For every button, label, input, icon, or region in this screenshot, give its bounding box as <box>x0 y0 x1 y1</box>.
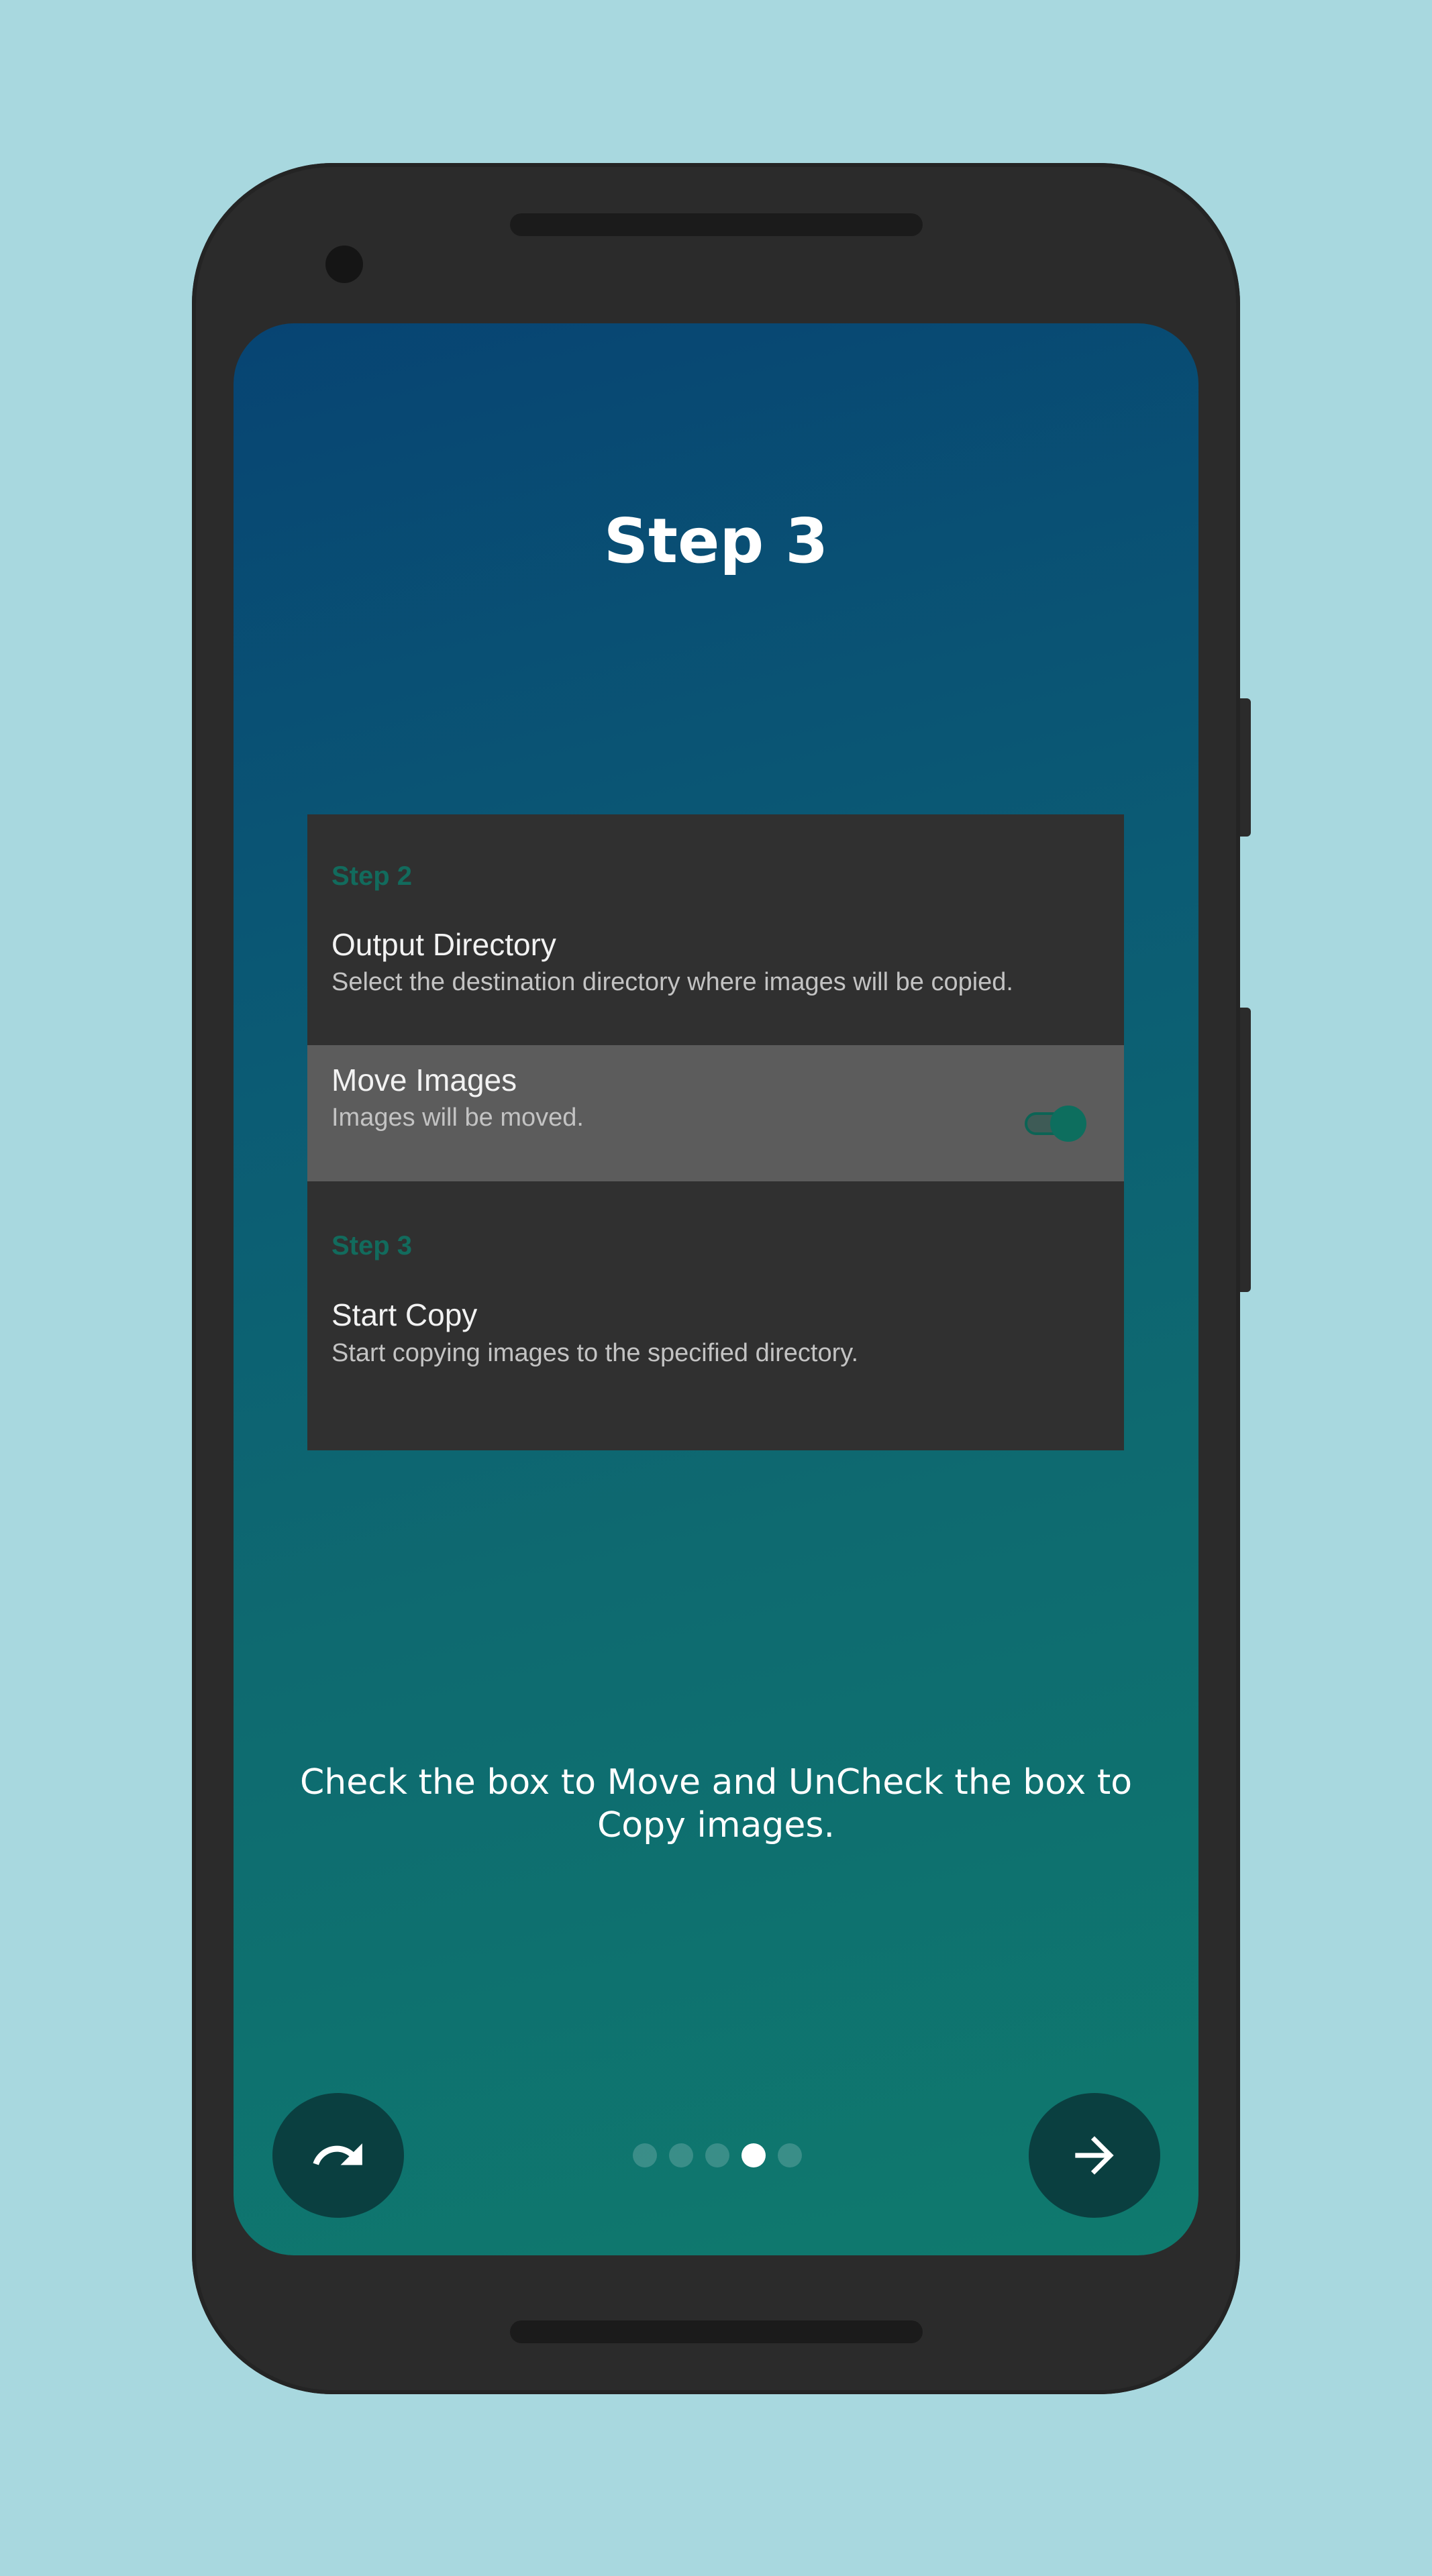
redo-arrow-icon <box>313 2143 362 2165</box>
preview-move-images-summary: Images will be moved. <box>331 1104 584 1132</box>
arrow-right-icon <box>1075 2136 1114 2175</box>
skip-button[interactable] <box>272 2093 404 2218</box>
settings-preview-image: Step 2 Output Directory Select the desti… <box>307 814 1124 1450</box>
preview-group-label-step3: Step 3 <box>331 1231 413 1260</box>
page-dot-2[interactable] <box>669 2143 693 2167</box>
page-dot-4-active[interactable] <box>741 2143 766 2167</box>
phone-side-button-top <box>1240 698 1251 837</box>
preview-move-images-title: Move Images <box>331 1063 517 1097</box>
preview-start-copy-summary: Start copying images to the specified di… <box>331 1339 859 1367</box>
phone-side-button-bottom <box>1240 1008 1251 1292</box>
preview-output-directory-summary: Select the destination directory where i… <box>331 968 1013 996</box>
page-title: Step 3 <box>603 505 829 577</box>
page-dot-3[interactable] <box>705 2143 729 2167</box>
app-screen: Step 3 Step 2 Output Directory Select th… <box>234 323 1198 2255</box>
next-button[interactable] <box>1029 2093 1160 2218</box>
preview-output-directory-title: Output Directory <box>331 927 556 962</box>
page-dot-5[interactable] <box>778 2143 802 2167</box>
page-indicator <box>633 2143 802 2167</box>
toggle-thumb <box>1050 1106 1086 1142</box>
front-camera <box>325 246 363 283</box>
preview-group-label-step2: Step 2 <box>331 861 413 891</box>
preview-start-copy-title: Start Copy <box>331 1297 478 1332</box>
page-dot-1[interactable] <box>633 2143 657 2167</box>
phone-earpiece <box>510 213 923 236</box>
preview-move-images-toggle <box>1022 1103 1089 1143</box>
phone-bottom-speaker <box>510 2320 923 2343</box>
step-description: Check the box to Move and UnCheck the bo… <box>299 1762 1133 1845</box>
